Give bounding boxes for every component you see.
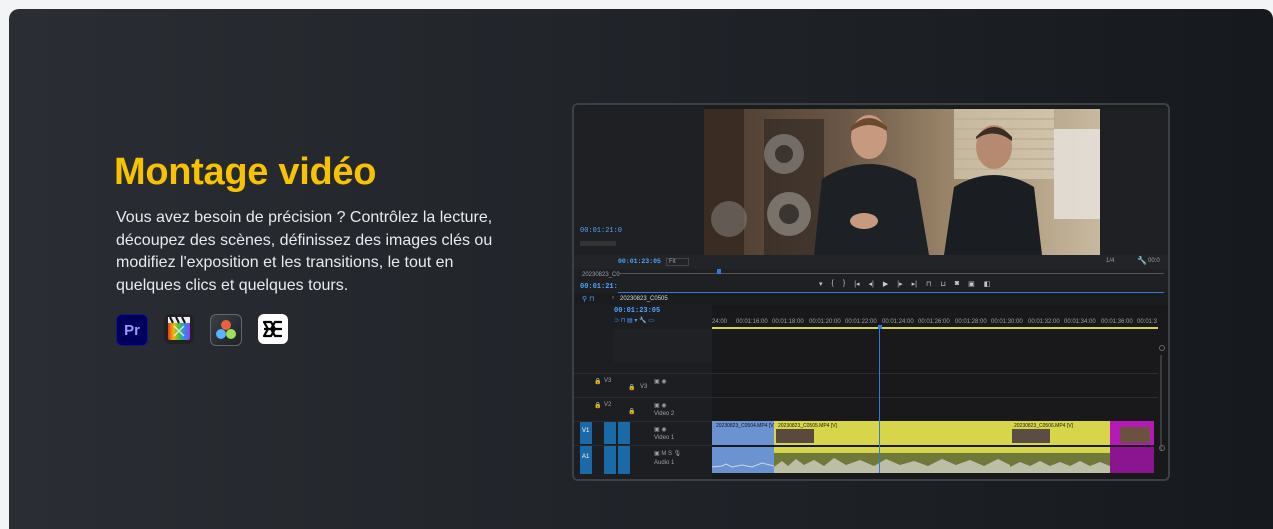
track-target-a1[interactable]	[604, 446, 616, 474]
go-to-out-icon[interactable]: ▸|	[912, 280, 917, 288]
timeline-timecode: 00:01:23:05	[614, 307, 661, 315]
clip-audio-4[interactable]	[1110, 447, 1154, 473]
track-headers: 00:01:23:05 ⊃ ⊓ ▤ ▾ 🔧 ▭ 🔒 V3 🔒 V3 ▣ ◉ 🔒 …	[574, 305, 712, 479]
timeline-snap-icon[interactable]: ⊃ ⊓ ▤ ▾ 🔧 ▭	[614, 317, 654, 324]
clip-video-2[interactable]: 20230823_C0505.MP4 [V]	[774, 421, 1010, 445]
track-v3: 🔒 V3 🔒 V3 ▣ ◉	[574, 373, 712, 398]
timeline-playhead[interactable]	[879, 327, 880, 473]
clip-audio-1[interactable]	[711, 447, 775, 473]
overwrite-icon[interactable]: ⊔	[940, 280, 945, 288]
clip-thumbnail	[776, 429, 814, 443]
premiere-pro-icon: Pr	[116, 314, 148, 346]
timeline-tools-icon[interactable]: ⚲ ⊓	[582, 295, 595, 303]
timeline-timecode-left: 00:01:21:	[580, 283, 618, 291]
davinci-resolve-icon	[210, 314, 242, 346]
fit-dropdown[interactable]: Fit	[666, 258, 689, 266]
clip-thumbnail	[1120, 427, 1150, 443]
scrub-bar[interactable]	[618, 273, 1164, 274]
video-frame-image	[704, 109, 1100, 255]
track-target-v1[interactable]	[604, 422, 616, 444]
mark-out-icon[interactable]: }	[843, 280, 845, 288]
app-icon-row: Pr	[116, 314, 288, 346]
camera-icon[interactable]: ◙	[955, 280, 959, 288]
lock-icon[interactable]: 🔒	[594, 378, 601, 385]
lock-icon[interactable]: 🔒	[628, 384, 635, 391]
monitor-status-bar: 00:01:23:05 Fit 1/4 🔧 00:0	[574, 255, 1168, 269]
clip-audio-3[interactable]	[1010, 447, 1110, 473]
track-v2: 🔒 V2 🔒 ▣ ◉ Video 2	[574, 397, 712, 422]
final-cut-pro-icon	[164, 314, 194, 344]
track-sync-a1[interactable]	[618, 446, 630, 474]
section-description: Vous avez besoin de précision ? Contrôle…	[116, 209, 493, 294]
program-timecode: 00:01:23:05	[618, 258, 661, 265]
timeline-area: 24:00 00:01:16:00 00:01:18:00 00:01:20:0…	[711, 305, 1168, 479]
marker-icon[interactable]: ▾	[819, 280, 823, 288]
track-sync-v1[interactable]	[618, 422, 630, 444]
source-timecode: 00:01:21:0	[580, 227, 623, 235]
end-timecode: 00:0	[1148, 258, 1160, 264]
source-monitor: 00:01:21:0	[574, 105, 704, 255]
lock-icon[interactable]: 🔒	[628, 408, 635, 415]
track-v1: V1 ▣ ◉ Video 1	[574, 421, 712, 446]
feature-card: Montage vidéo Vous avez besoin de précis…	[9, 9, 1273, 529]
clip-video-1[interactable]: 20230823_C0504.MP4 [V]	[712, 421, 775, 445]
eye-icon[interactable]: ▣ ◉	[654, 402, 667, 409]
mark-in-icon[interactable]: {	[832, 280, 834, 288]
step-forward-icon[interactable]: |▸	[897, 280, 902, 288]
sequence-tab[interactable]: 20230823_C0505	[620, 296, 668, 302]
step-back-icon[interactable]: ◂|	[869, 280, 874, 288]
mute-solo-icon[interactable]: ▣ M S 🎙	[654, 450, 681, 457]
eye-icon[interactable]: ▣ ◉	[654, 378, 667, 385]
insert-icon[interactable]: ⊓	[926, 280, 931, 288]
go-to-in-icon[interactable]: |◂	[854, 280, 859, 288]
export-frame-icon[interactable]: ▣	[968, 280, 975, 288]
source-patch-a1[interactable]	[580, 446, 592, 474]
time-ruler[interactable]: 24:00 00:01:16:00 00:01:18:00 00:01:20:0…	[712, 305, 1158, 329]
play-icon[interactable]: ▶	[883, 280, 888, 288]
section-title: Montage vidéo	[114, 151, 377, 193]
transport-controls: 00:01:21: ▾ { } |◂ ◂| ▶ |▸ ▸| ⊓ ⊔ ◙ ▣ ◧	[574, 279, 1168, 293]
clip-audio-2[interactable]	[774, 447, 1010, 473]
zoom-dropdown[interactable]: 1/4	[1106, 258, 1114, 264]
clip-video-4[interactable]	[1110, 421, 1154, 445]
program-monitor-frame	[704, 109, 1100, 255]
timeline-scrollbar[interactable]	[1158, 335, 1165, 475]
track-a1: A1 ▣ M S 🎙 Audio 1	[574, 445, 712, 476]
video-editor-screenshot: 00:01:21:0 00:01:23:05 Fit 1/4 🔧 00:0 20…	[572, 103, 1170, 481]
timeline-header: ⚲ ⊓ › 20230823_C0505	[574, 293, 1168, 305]
capcut-icon	[258, 314, 288, 344]
clip-thumbnail	[1012, 429, 1050, 443]
lock-icon[interactable]: 🔒	[594, 402, 601, 409]
sequence-name: 20230823_C0	[582, 272, 620, 278]
comparison-icon[interactable]: ◧	[984, 280, 991, 288]
work-area-bar[interactable]	[712, 327, 1158, 329]
scrub-playhead[interactable]	[717, 269, 721, 274]
eye-icon[interactable]: ▣ ◉	[654, 426, 667, 433]
clip-video-3[interactable]: 20230823_C0506.MP4 [V]	[1010, 421, 1110, 445]
wrench-icon[interactable]: 🔧	[1137, 256, 1147, 265]
